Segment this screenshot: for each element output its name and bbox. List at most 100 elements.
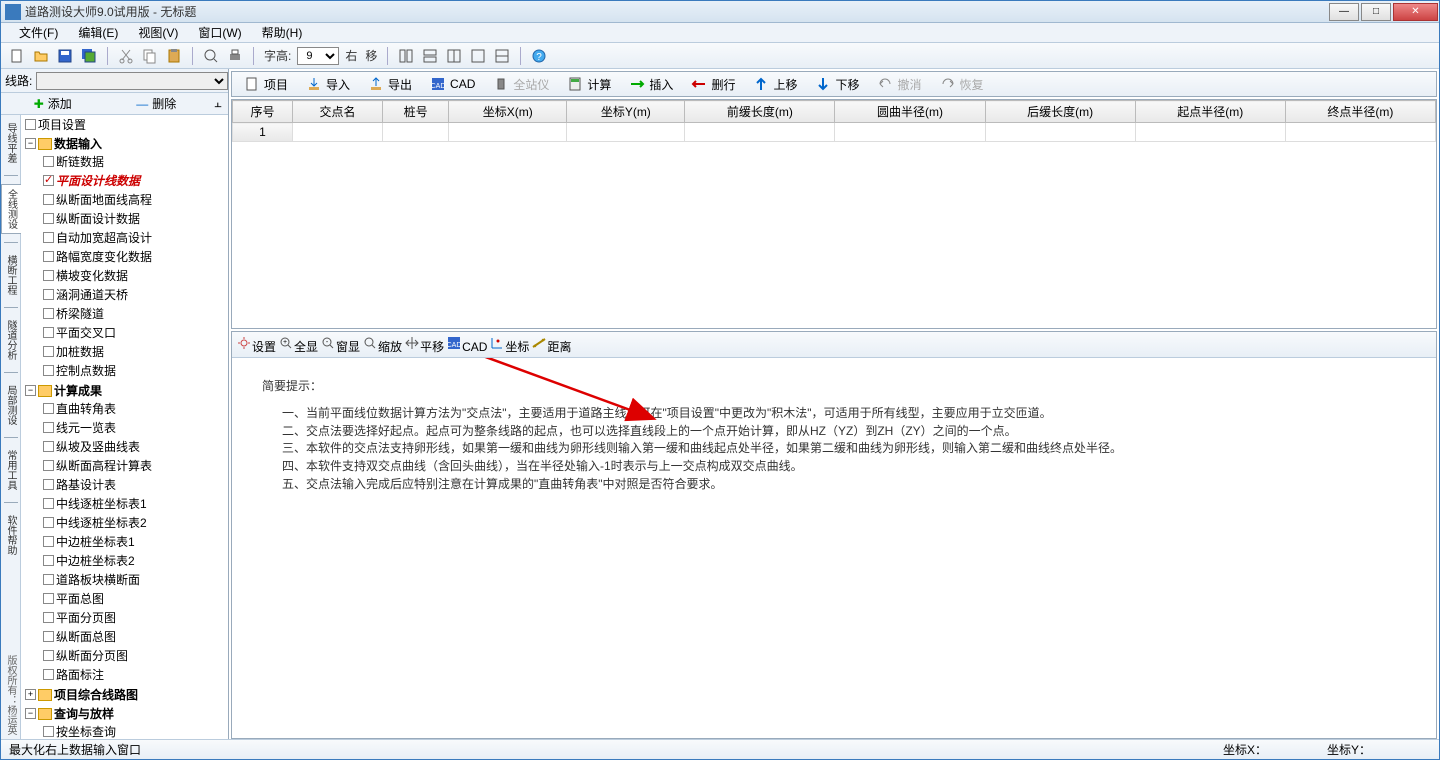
- grid-header[interactable]: 圆曲半径(m): [835, 101, 985, 123]
- grid-cell[interactable]: [383, 123, 449, 142]
- grid-cell[interactable]: 1: [233, 123, 293, 142]
- tree-item[interactable]: 纵断面高程计算表: [43, 457, 228, 474]
- tree-item[interactable]: 道路板块横断面: [43, 571, 228, 588]
- tree-item[interactable]: 横坡变化数据: [43, 267, 228, 284]
- 导出-button[interactable]: 导出: [360, 74, 420, 95]
- tree-item[interactable]: 中线逐桩坐标表2: [43, 514, 228, 531]
- 平移-button[interactable]: 平移: [404, 335, 444, 355]
- layout4-icon[interactable]: [468, 46, 488, 66]
- pin-button[interactable]: ⫠: [208, 96, 228, 111]
- print-icon[interactable]: [225, 46, 245, 66]
- tree-item[interactable]: 按坐标查询: [43, 723, 228, 739]
- CAD-button[interactable]: CADCAD: [422, 74, 483, 94]
- tree-item[interactable]: 直曲转角表: [43, 400, 228, 417]
- 全显-button[interactable]: +全显: [278, 335, 318, 355]
- menu-item[interactable]: 窗口(W): [188, 22, 251, 43]
- tree-item[interactable]: 纵断面设计数据: [43, 210, 228, 227]
- new-icon[interactable]: [7, 46, 27, 66]
- grid-header[interactable]: 起点半径(m): [1135, 101, 1285, 123]
- tree-panel[interactable]: 项目设置 −数据输入断链数据平面设计线数据纵断面地面线高程纵断面设计数据自动加宽超…: [21, 115, 228, 739]
- data-grid[interactable]: 序号交点名桩号坐标X(m)坐标Y(m)前缓长度(m)圆曲半径(m)后缓长度(m)…: [231, 99, 1437, 329]
- grid-cell[interactable]: [449, 123, 567, 142]
- route-combo[interactable]: [36, 72, 228, 90]
- grid-header[interactable]: 坐标X(m): [449, 101, 567, 123]
- tree-item[interactable]: 线元一览表: [43, 419, 228, 436]
- side-tab[interactable]: 隧道分析: [1, 316, 20, 364]
- grid-header[interactable]: 坐标Y(m): [567, 101, 685, 123]
- add-button[interactable]: ✚添加: [1, 95, 105, 112]
- side-tab[interactable]: 横断工程: [1, 251, 20, 299]
- tree-item[interactable]: 涵洞通道天桥: [43, 286, 228, 303]
- tree-item[interactable]: 断链数据: [43, 153, 228, 170]
- minimize-button[interactable]: —: [1329, 3, 1359, 21]
- open-icon[interactable]: [31, 46, 51, 66]
- 窗显-button[interactable]: -窗显: [320, 335, 360, 355]
- save-icon[interactable]: [55, 46, 75, 66]
- side-tab[interactable]: 导线平差: [1, 119, 20, 167]
- paste-icon[interactable]: [164, 46, 184, 66]
- side-tab[interactable]: 常用工具: [1, 446, 20, 494]
- 坐标-button[interactable]: 坐标: [489, 335, 529, 355]
- layout2-icon[interactable]: [420, 46, 440, 66]
- 导入-button[interactable]: 导入: [298, 74, 358, 95]
- tree-item[interactable]: 桥梁隧道: [43, 305, 228, 322]
- tree-item[interactable]: 控制点数据: [43, 362, 228, 379]
- grid-cell[interactable]: [835, 123, 985, 142]
- tree-item[interactable]: 纵坡及竖曲线表: [43, 438, 228, 455]
- tree-item[interactable]: 中边桩坐标表2: [43, 552, 228, 569]
- side-tab[interactable]: 软件帮助: [1, 511, 20, 559]
- tree-item[interactable]: 平面分页图: [43, 609, 228, 626]
- grid-cell[interactable]: [567, 123, 685, 142]
- tree-folder[interactable]: −查询与放样: [25, 705, 228, 722]
- copy-icon[interactable]: [140, 46, 160, 66]
- maximize-button[interactable]: □: [1361, 3, 1391, 21]
- layout5-icon[interactable]: [492, 46, 512, 66]
- 项目-button[interactable]: 项目: [236, 74, 296, 95]
- grid-header[interactable]: 桩号: [383, 101, 449, 123]
- menu-item[interactable]: 编辑(E): [68, 22, 128, 43]
- help-icon[interactable]: ?: [529, 46, 549, 66]
- grid-header[interactable]: 交点名: [293, 101, 383, 123]
- grid-cell[interactable]: [1135, 123, 1285, 142]
- tree-item[interactable]: 路基设计表: [43, 476, 228, 493]
- 计算-button[interactable]: 计算: [559, 74, 619, 95]
- grid-cell[interactable]: [985, 123, 1135, 142]
- 删行-button[interactable]: 删行: [683, 74, 743, 95]
- tree-item[interactable]: 纵断面总图: [43, 628, 228, 645]
- fontheight-combo[interactable]: 9: [297, 47, 339, 65]
- tree-folder[interactable]: +项目综合线路图: [25, 686, 228, 703]
- tree-item[interactable]: 中线逐桩坐标表1: [43, 495, 228, 512]
- tree-folder[interactable]: −计算成果: [25, 382, 228, 399]
- grid-header[interactable]: 序号: [233, 101, 293, 123]
- tree-item[interactable]: 纵断面分页图: [43, 647, 228, 664]
- grid-cell[interactable]: [293, 123, 383, 142]
- menu-item[interactable]: 视图(V): [128, 22, 188, 43]
- close-button[interactable]: ✕: [1393, 3, 1438, 21]
- tree-item[interactable]: 中边桩坐标表1: [43, 533, 228, 550]
- side-tab[interactable]: 局部测设: [1, 381, 20, 429]
- saveall-icon[interactable]: [79, 46, 99, 66]
- tree-item[interactable]: 加桩数据: [43, 343, 228, 360]
- preview-icon[interactable]: [201, 46, 221, 66]
- tree-item[interactable]: 路幅宽度变化数据: [43, 248, 228, 265]
- tree-item[interactable]: 项目设置: [25, 116, 228, 133]
- layout3-icon[interactable]: [444, 46, 464, 66]
- menu-item[interactable]: 帮助(H): [252, 22, 313, 43]
- cut-icon[interactable]: [116, 46, 136, 66]
- side-tab[interactable]: 全线测设: [1, 184, 21, 234]
- 插入-button[interactable]: 插入: [621, 74, 681, 95]
- grid-cell[interactable]: [1285, 123, 1435, 142]
- 上移-button[interactable]: 上移: [745, 74, 805, 95]
- 设置-button[interactable]: 设置: [236, 335, 276, 355]
- 下移-button[interactable]: 下移: [807, 74, 867, 95]
- delete-button[interactable]: —删除: [105, 95, 209, 112]
- tree-folder[interactable]: −数据输入: [25, 135, 228, 152]
- tree-item[interactable]: 平面总图: [43, 590, 228, 607]
- grid-header[interactable]: 前缓长度(m): [685, 101, 835, 123]
- tree-item[interactable]: 平面交叉口: [43, 324, 228, 341]
- tree-item[interactable]: 平面设计线数据: [43, 172, 228, 189]
- 缩放-button[interactable]: 缩放: [362, 335, 402, 355]
- tree-item[interactable]: 纵断面地面线高程: [43, 191, 228, 208]
- tree-item[interactable]: 自动加宽超高设计: [43, 229, 228, 246]
- grid-cell[interactable]: [685, 123, 835, 142]
